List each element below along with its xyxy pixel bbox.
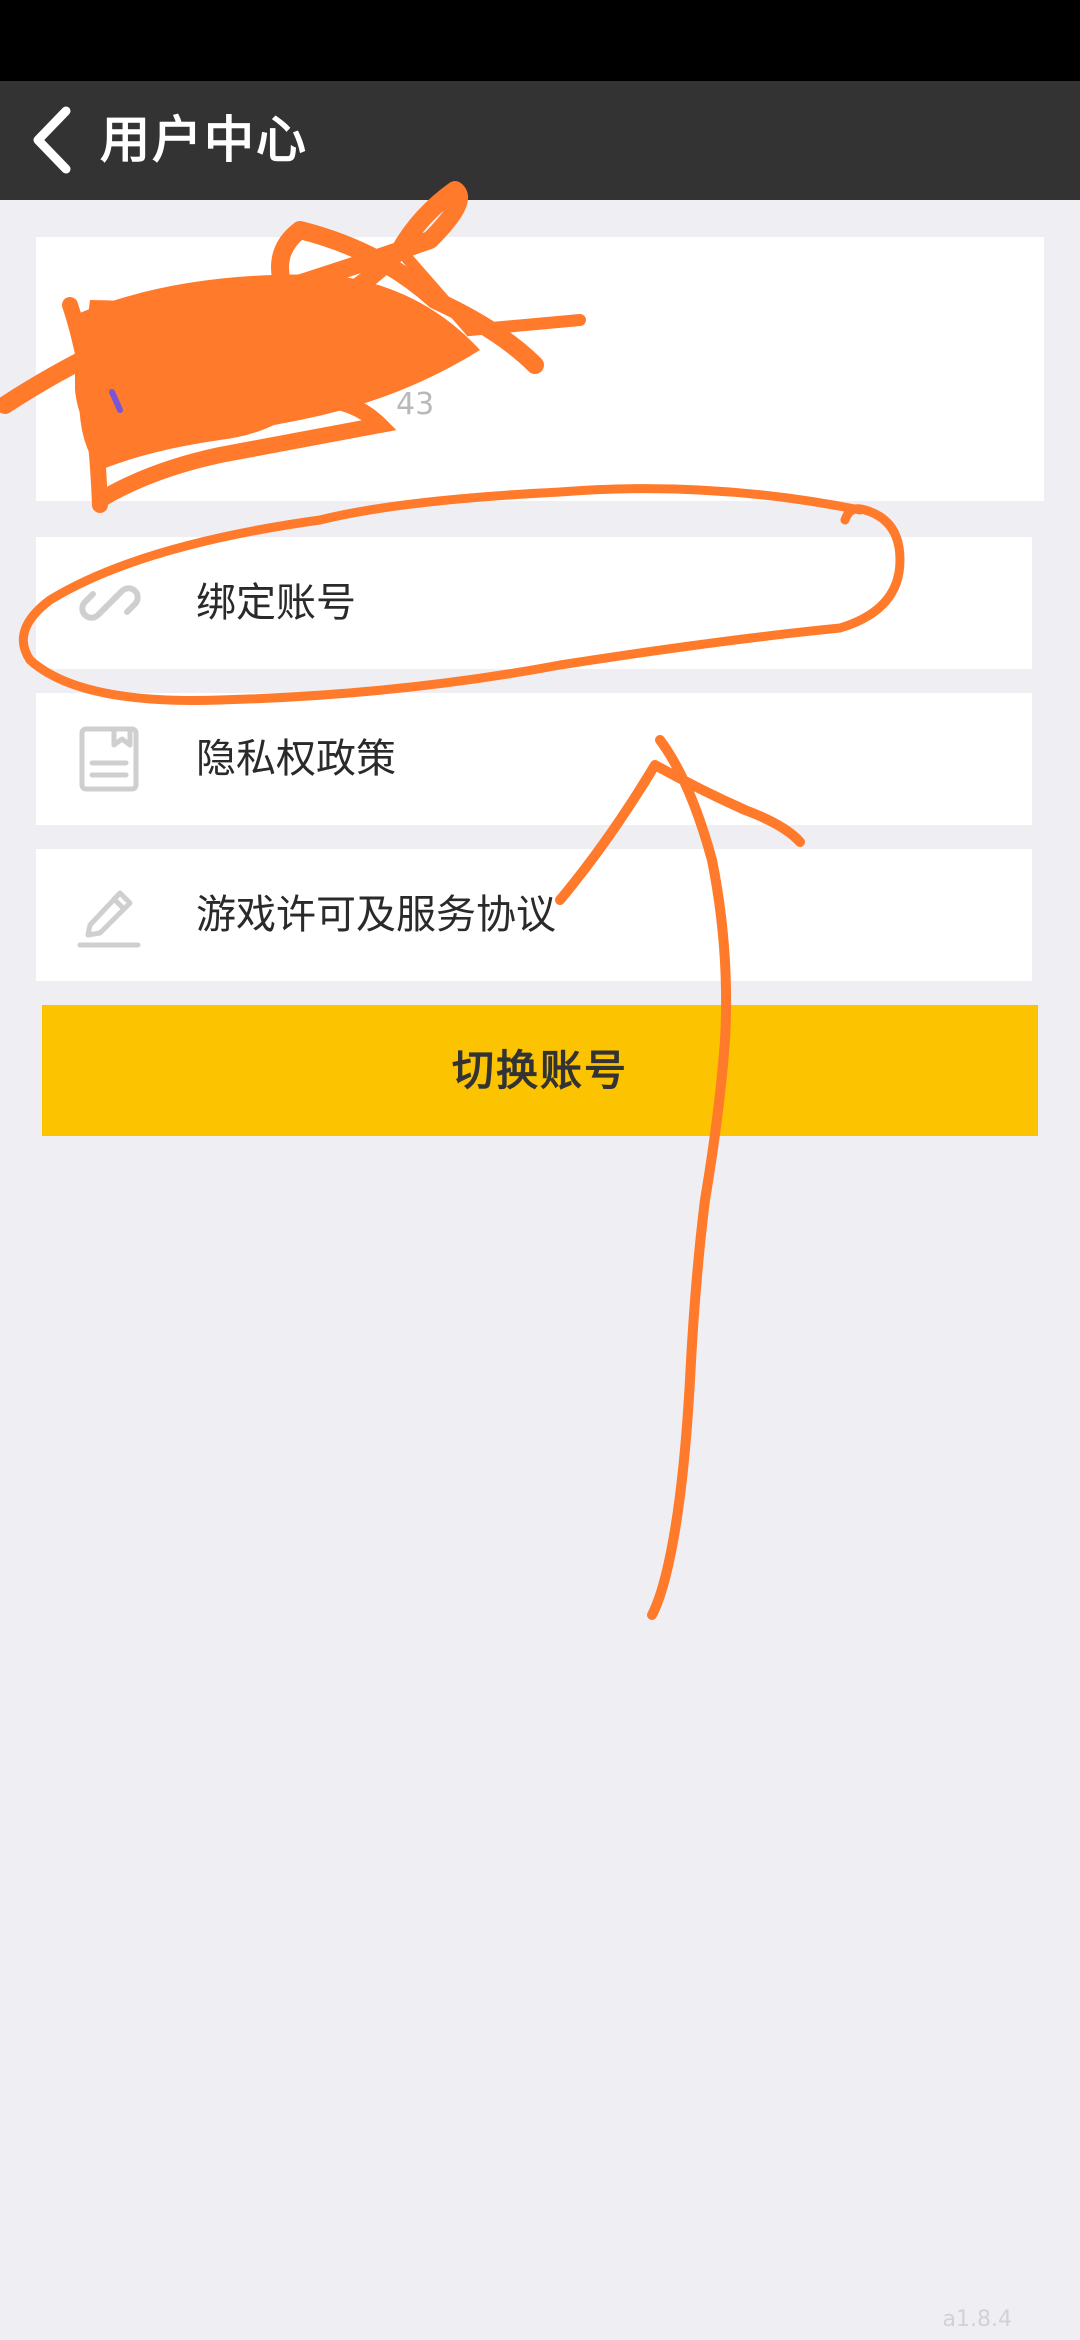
pencil-icon	[76, 881, 144, 949]
menu-item-label: 游戏许可及服务协议	[196, 892, 556, 938]
chevron-left-icon	[33, 106, 71, 174]
menu-item-privacy-policy[interactable]: 隐私权政策	[36, 693, 1032, 825]
version-label: a1.8.4	[942, 2307, 1012, 2332]
page-title: 用户中心	[100, 111, 308, 169]
status-bar	[0, 0, 1080, 81]
menu-item-label: 隐私权政策	[196, 736, 396, 782]
switch-account-button[interactable]: 切换账号	[42, 1005, 1038, 1136]
menu-item-bind-account[interactable]: 绑定账号	[36, 537, 1032, 669]
menu-item-license-agreement[interactable]: 游戏许可及服务协议	[36, 849, 1032, 981]
document-icon	[76, 725, 144, 793]
menu-item-label: 绑定账号	[196, 580, 356, 626]
back-button[interactable]	[22, 97, 92, 183]
link-icon	[76, 569, 144, 637]
profile-card: 43	[36, 237, 1044, 501]
header: 用户中心	[0, 81, 1080, 200]
profile-text: 43	[396, 387, 435, 422]
